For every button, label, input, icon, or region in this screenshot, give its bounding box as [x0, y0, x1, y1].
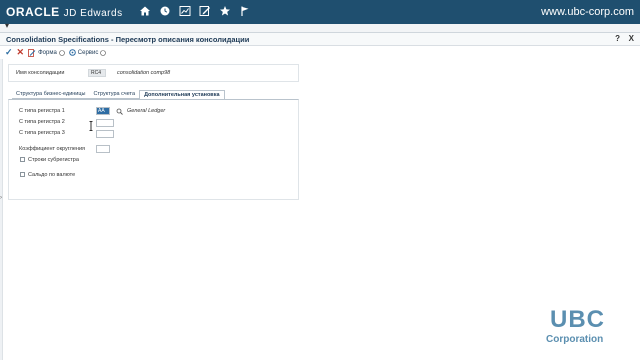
help-button[interactable]: ? [615, 34, 620, 43]
side-panel-handle[interactable]: › [0, 195, 5, 203]
services-menu-button[interactable]: Сервис [68, 49, 107, 56]
form-icon [28, 48, 36, 57]
window-title-bar: Consolidation Specifications - Пересмотр… [0, 33, 640, 46]
edit-icon[interactable] [198, 4, 212, 18]
ledger2-input[interactable] [96, 119, 114, 127]
home-icon[interactable] [138, 4, 152, 18]
star-icon[interactable] [218, 4, 232, 18]
consolidation-name-label: Имя консолидации [16, 70, 65, 76]
ledger1-description: General Ledger [127, 108, 166, 114]
tab-additional-setup[interactable]: Дополнительная установка [139, 90, 225, 99]
form-menu-button[interactable]: Форма [28, 48, 65, 57]
toolbar: ✓ ✕ Форма Сервис [0, 46, 640, 59]
currency-label: Сальдо по валюте [28, 172, 76, 178]
ledger1-label: С типа регистра 1 [19, 108, 65, 114]
logo-subtitle: Corporation [546, 334, 604, 345]
flag-icon[interactable] [238, 4, 252, 18]
sub-bar: ▾ [0, 21, 640, 33]
ok-checkmark-icon[interactable]: ✓ [5, 47, 13, 58]
ubc-corporation-logo: UBC Corporation [540, 306, 636, 354]
rounding-input[interactable] [96, 145, 110, 153]
rounding-label: Коэффициент округления [19, 146, 86, 152]
chevron-circle-icon [58, 49, 65, 56]
currency-checkbox[interactable] [20, 172, 25, 177]
clock-icon[interactable] [158, 4, 172, 18]
services-menu-label: Сервис [77, 49, 99, 56]
consolidation-header: Имя консолидации RC4 consolidation comp9… [8, 64, 299, 82]
gear-icon [68, 49, 76, 56]
chart-icon[interactable] [178, 4, 192, 18]
brand-jde: JD Edwards [63, 8, 123, 19]
close-button[interactable]: X [629, 34, 634, 43]
search-icon[interactable] [116, 108, 123, 115]
ledger3-label: С типа регистра 3 [19, 130, 65, 136]
consolidation-description: consolidation comp98 [117, 70, 171, 76]
brand-oracle: ORACLE [6, 5, 60, 19]
chevron-circle-icon [100, 49, 107, 56]
top-icons [138, 4, 252, 18]
side-panel-strip [0, 59, 3, 360]
ledger3-input[interactable] [96, 130, 114, 138]
tab-strip: Структура бизнес-единицы Структура счета… [12, 90, 225, 99]
form-menu-label: Форма [38, 49, 57, 56]
top-navigation-bar: ORACLE JD Edwards www.ubc-corp.com [0, 0, 640, 24]
additional-setup-panel: С типа регистра 1 AA General Ledger С ти… [8, 99, 299, 200]
site-url: www.ubc-corp.com [541, 6, 634, 18]
subledger-checkbox[interactable] [20, 157, 25, 162]
ledger2-label: С типа регистра 2 [19, 119, 65, 125]
oracle-jde-logo: ORACLE JD Edwards [6, 5, 123, 19]
tab-account-structure[interactable]: Структура счета [89, 90, 140, 99]
ledger1-input[interactable]: AA [96, 107, 110, 115]
cancel-x-icon[interactable]: ✕ [17, 47, 25, 58]
page-title: Consolidation Specifications - Пересмотр… [6, 35, 250, 44]
tab-business-unit-structure[interactable]: Структура бизнес-единицы [12, 90, 90, 99]
text-cursor-icon [89, 121, 93, 131]
chevron-down-icon[interactable]: ▾ [5, 21, 9, 30]
consolidation-code: RC4 [88, 69, 106, 77]
subledger-label: Строки субрегистра [28, 157, 79, 163]
logo-text: UBC [550, 306, 605, 333]
